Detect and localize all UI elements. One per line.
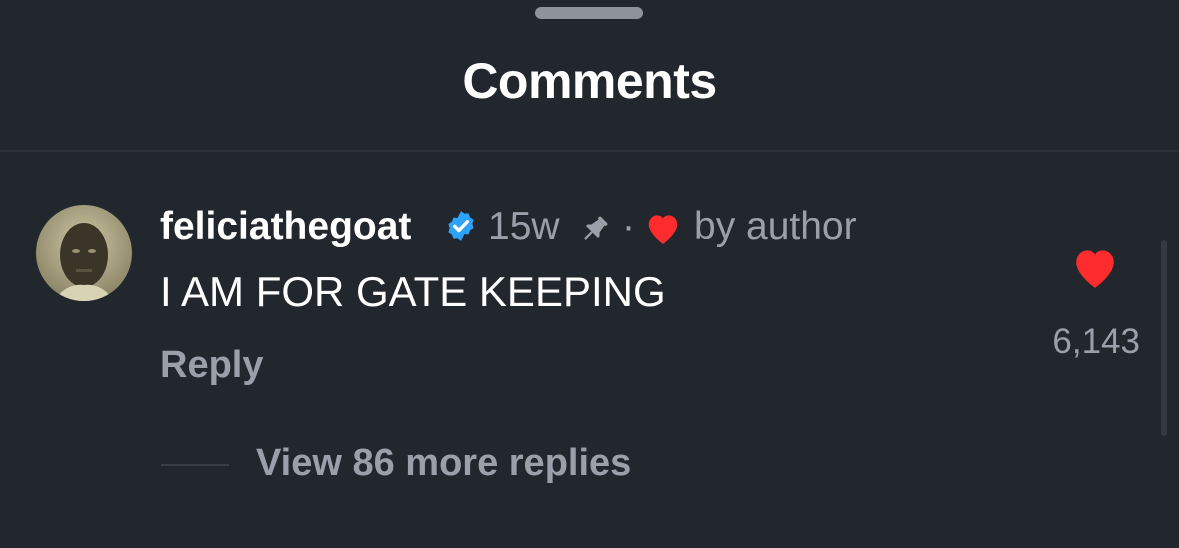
heart-filled-icon (1076, 250, 1114, 288)
header-divider (0, 150, 1179, 152)
scrollbar[interactable] (1161, 240, 1167, 436)
reply-button[interactable]: Reply (160, 344, 263, 387)
heart-icon (644, 210, 682, 246)
comment-text: I AM FOR GATE KEEPING (160, 268, 666, 315)
like-count: 6,143 (1052, 322, 1140, 361)
avatar[interactable] (36, 205, 132, 301)
username[interactable]: feliciathegoat (160, 205, 411, 249)
like-button[interactable] (1070, 244, 1120, 290)
comment-timestamp: 15w (488, 205, 560, 248)
pin-icon (578, 212, 612, 246)
view-more-replies-button[interactable]: View 86 more replies (256, 442, 631, 485)
verified-badge-icon (444, 209, 478, 243)
replies-divider (161, 464, 229, 466)
sheet-title: Comments (462, 53, 717, 109)
separator-dot: · (622, 205, 635, 248)
liked-by-author-label: by author (694, 205, 857, 248)
drag-handle[interactable] (535, 7, 643, 19)
